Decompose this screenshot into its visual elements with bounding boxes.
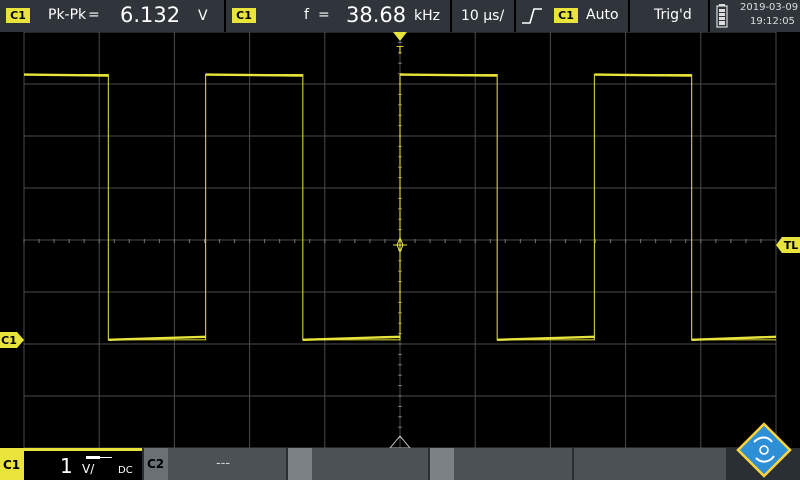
timebase-panel[interactable]: 10 µs/ bbox=[452, 0, 514, 32]
measurement-toolbar: C1 Pk-Pk = 6.132 V C1 f = 38.68 kHz 10 µ… bbox=[0, 0, 800, 32]
channel2-panel[interactable]: C2 --- bbox=[144, 448, 286, 480]
waveform-level-segment bbox=[23, 73, 109, 77]
waveform-level-segment bbox=[205, 73, 303, 77]
measurement-name: f bbox=[304, 7, 309, 23]
channel1-tag: C1 bbox=[0, 451, 24, 480]
time-text: 19:12:05 bbox=[750, 16, 795, 27]
measurement-name: Pk-Pk bbox=[48, 7, 87, 23]
channel3-panel[interactable] bbox=[288, 448, 428, 480]
timebase-value: 10 µs/ bbox=[461, 8, 505, 24]
channel1-panel[interactable]: C1 1 V/ DC bbox=[0, 448, 142, 480]
trigger-mode: Auto bbox=[586, 7, 619, 23]
waveform-level-segment bbox=[399, 73, 498, 77]
trigger-panel[interactable]: C1 Auto bbox=[516, 0, 628, 32]
logo-area bbox=[728, 422, 800, 480]
trigger-state: Trig'd bbox=[654, 7, 692, 23]
rs-logo-icon bbox=[736, 422, 792, 478]
battery-icon bbox=[716, 4, 728, 28]
measurement-unit: V bbox=[198, 8, 208, 24]
channel1-ground-marker[interactable]: C1 bbox=[0, 332, 24, 348]
measurement-channel-tag: C1 bbox=[232, 8, 256, 23]
channel3-tag bbox=[288, 448, 312, 480]
channel1-waveform bbox=[23, 73, 777, 341]
waveform-trace bbox=[24, 73, 776, 341]
channel2-tag: C2 bbox=[144, 448, 168, 480]
channel1-scale-unit: V/ bbox=[82, 462, 95, 476]
measurement-freq-panel[interactable]: C1 f = 38.68 kHz bbox=[226, 0, 450, 32]
measurement-value: 38.68 bbox=[346, 3, 407, 27]
trigger-level-marker[interactable]: TL bbox=[776, 237, 800, 253]
measurement-value: 6.132 bbox=[120, 3, 181, 27]
channel4-tag bbox=[430, 448, 454, 480]
waveform-level-segment bbox=[594, 73, 692, 77]
extra-panel[interactable] bbox=[574, 448, 726, 480]
channel4-panel[interactable] bbox=[430, 448, 572, 480]
status-panel: 2019-03-09 19:12:05 bbox=[710, 0, 800, 32]
date-text: 2019-03-09 bbox=[740, 2, 799, 13]
measurement-channel-tag: C1 bbox=[6, 8, 30, 23]
channel2-scale-value: --- bbox=[216, 456, 231, 471]
measurement-pkpk-panel[interactable]: C1 Pk-Pk = 6.132 V bbox=[0, 0, 224, 32]
waveform-display[interactable]: T TL C1 bbox=[0, 32, 800, 448]
channel2-tag-label: C2 bbox=[147, 457, 165, 471]
measurement-equals: = bbox=[88, 7, 100, 23]
channel1-scale-value: 1 bbox=[60, 454, 73, 478]
measurement-equals: = bbox=[318, 7, 330, 23]
trigger-state-panel: Trig'd bbox=[630, 0, 708, 32]
rising-edge-icon bbox=[522, 8, 542, 24]
channel1-coupling: DC bbox=[118, 465, 133, 476]
measurement-unit: kHz bbox=[414, 8, 440, 24]
trigger-position-marker[interactable]: T bbox=[393, 32, 407, 57]
channel1-tag-label: C1 bbox=[3, 458, 21, 472]
trigger-position-label: T bbox=[396, 44, 404, 57]
channel1-ground-label: C1 bbox=[1, 334, 17, 347]
trigger-channel-tag: C1 bbox=[554, 8, 578, 23]
trigger-level-label: TL bbox=[784, 239, 799, 252]
probe-icon bbox=[86, 456, 112, 459]
